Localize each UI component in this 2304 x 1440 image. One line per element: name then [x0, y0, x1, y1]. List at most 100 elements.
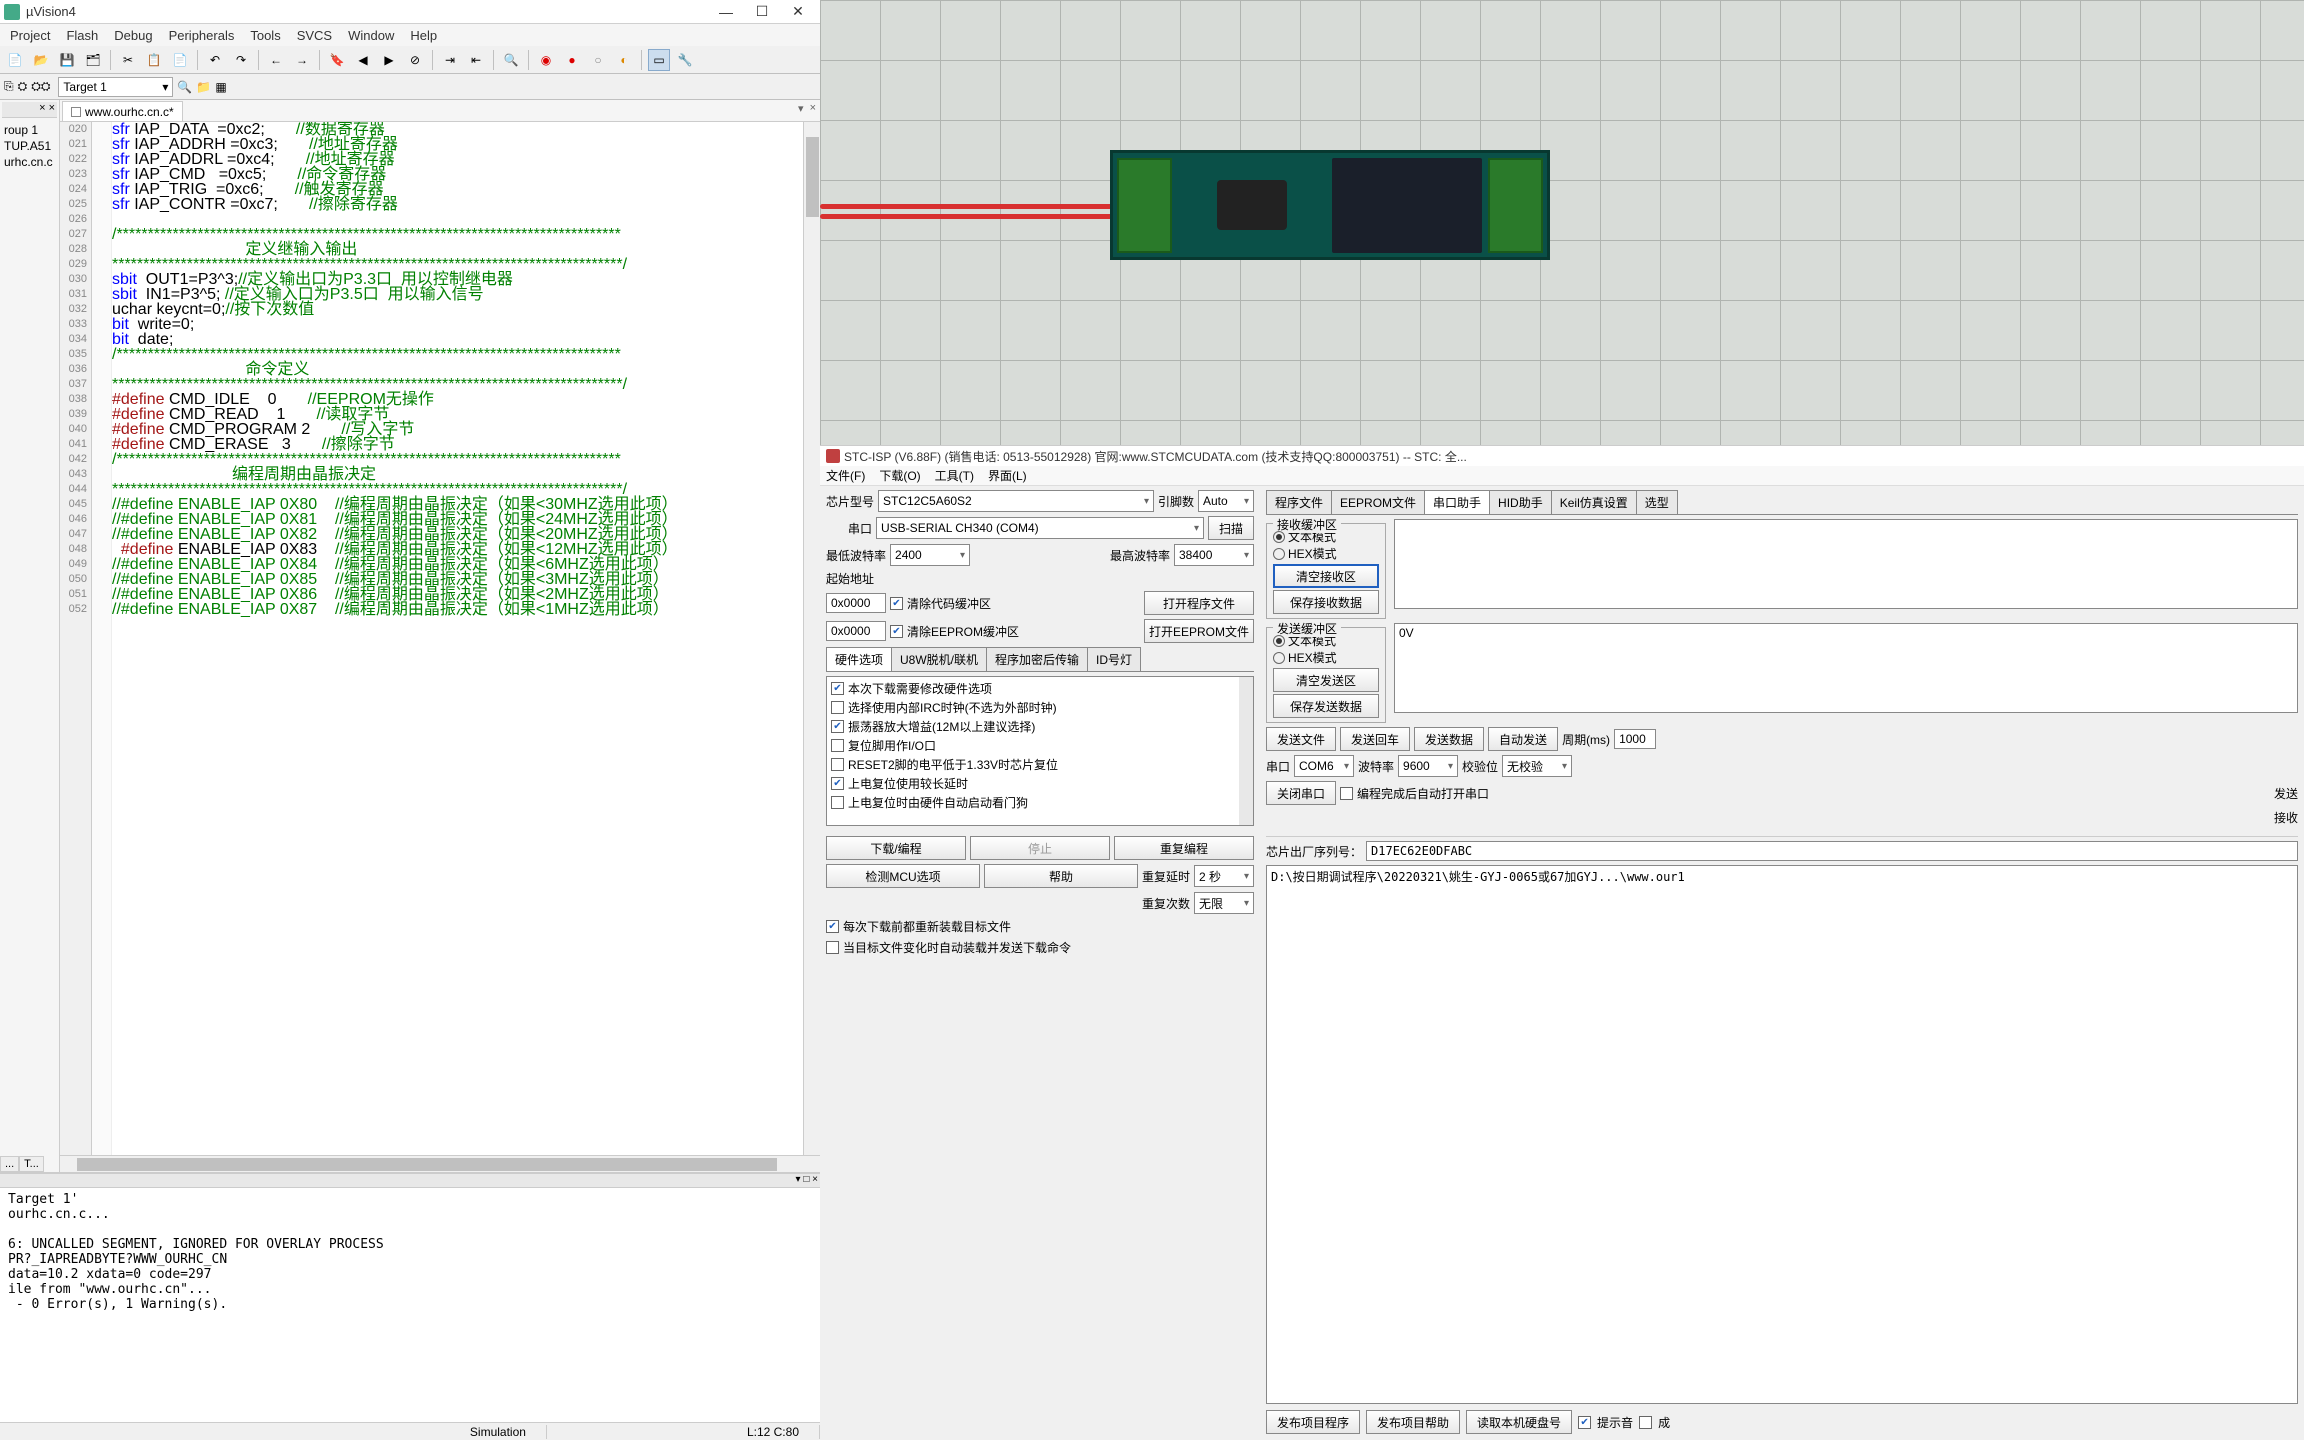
output-close-icon[interactable]: ▾ □ × — [796, 1174, 818, 1185]
code-content[interactable]: sfr IAP_DATA =0xc2; //数据寄存器sfr IAP_ADDRH… — [112, 122, 820, 1155]
save-rx-button[interactable]: 保存接收数据 — [1273, 590, 1379, 614]
close-com-button[interactable]: 关闭串口 — [1266, 781, 1336, 805]
tab-u8w[interactable]: U8W脱机/联机 — [891, 647, 987, 671]
minbaud-combo[interactable]: 2400 — [890, 544, 970, 566]
tab-select[interactable]: 选型 — [1636, 490, 1678, 514]
project-tab[interactable]: T... — [19, 1156, 44, 1172]
minimize-button[interactable]: — — [708, 2, 744, 22]
com-combo[interactable]: COM6 — [1294, 755, 1354, 777]
hw-option[interactable]: 选择使用内部IRC时钟(不选为外部时钟) — [829, 698, 1251, 717]
undo-icon[interactable]: ↶ — [204, 49, 226, 71]
menu-help[interactable]: Help — [402, 26, 445, 45]
breakpoint-disable-icon[interactable]: ○ — [587, 49, 609, 71]
save-all-icon[interactable]: 🗂 — [82, 49, 104, 71]
hw-option[interactable]: ✔振荡器放大增益(12M以上建议选择) — [829, 717, 1251, 736]
radio-hex-mode[interactable]: HEX模式 — [1273, 545, 1379, 562]
breakpoint-kill-icon[interactable]: ◐ — [613, 49, 635, 71]
open-eeprom-button[interactable]: 打开EEPROM文件 — [1144, 619, 1254, 643]
find-icon[interactable]: 🔍 — [500, 49, 522, 71]
new-file-icon[interactable]: 📄 — [4, 49, 26, 71]
bookmark-clear-icon[interactable]: ⊘ — [404, 49, 426, 71]
options-icon[interactable]: 🔍 — [177, 80, 192, 94]
detect-mcu-button[interactable]: 检测MCU选项 — [826, 864, 980, 888]
tab-hw[interactable]: 硬件选项 — [826, 647, 892, 671]
tab-id[interactable]: ID号灯 — [1087, 647, 1141, 671]
redelay-combo[interactable]: 2 秒 — [1194, 865, 1254, 887]
menu-debug[interactable]: Debug — [106, 26, 160, 45]
tab-eeprom-file[interactable]: EEPROM文件 — [1331, 490, 1425, 514]
tab-close-icon[interactable]: × — [808, 102, 818, 115]
period-field[interactable] — [1614, 729, 1656, 749]
code-editor[interactable]: 0200210220230240250260270280290300310320… — [60, 122, 820, 1155]
tab-hid[interactable]: HID助手 — [1489, 490, 1552, 514]
stc-menu-download[interactable]: 下载(O) — [879, 467, 920, 484]
stc-menu-file[interactable]: 文件(F) — [826, 467, 865, 484]
tab-prog-file[interactable]: 程序文件 — [1266, 490, 1332, 514]
auto-send-button[interactable]: 自动发送 — [1488, 727, 1558, 751]
bookmark-prev-icon[interactable]: ◀ — [352, 49, 374, 71]
eeprom-addr-field[interactable] — [826, 621, 886, 641]
publish-help-button[interactable]: 发布项目帮助 — [1366, 1410, 1460, 1434]
scan-button[interactable]: 扫描 — [1208, 516, 1254, 540]
bookmark-next-icon[interactable]: ▶ — [378, 49, 400, 71]
outdent-icon[interactable]: ⇤ — [465, 49, 487, 71]
project-item[interactable]: urhc.cn.c — [2, 154, 57, 170]
build-output[interactable]: Target 1' ourhc.cn.c... 6: UNCALLED SEGM… — [0, 1188, 820, 1316]
tab-encrypt[interactable]: 程序加密后传输 — [986, 647, 1088, 671]
editor-tab-active[interactable]: www.ourhc.cn.c* — [62, 101, 183, 121]
chip-combo[interactable]: STC12C5A60S2 — [878, 490, 1154, 512]
tx-textarea[interactable]: 0V — [1394, 623, 2298, 713]
tab-keil[interactable]: Keil仿真设置 — [1551, 490, 1637, 514]
serial-field[interactable] — [1366, 841, 2298, 861]
hw-option[interactable]: ✔本次下载需要修改硬件选项 — [829, 679, 1251, 698]
hw-option[interactable]: 复位脚用作I/O口 — [829, 736, 1251, 755]
rx-textarea[interactable] — [1394, 519, 2298, 609]
baud-combo[interactable]: 9600 — [1398, 755, 1458, 777]
project-item[interactable]: roup 1 — [2, 122, 57, 138]
reprogram-button[interactable]: 重复编程 — [1114, 836, 1254, 860]
tab-serial-assist[interactable]: 串口助手 — [1424, 490, 1490, 514]
stc-menu-tools[interactable]: 工具(T) — [935, 467, 974, 484]
nav-back-icon[interactable]: ← — [265, 49, 287, 71]
translate-icon[interactable]: ⎘ — [4, 79, 14, 94]
maximize-button[interactable]: ☐ — [744, 2, 780, 22]
send-data-button[interactable]: 发送数据 — [1414, 727, 1484, 751]
radio-hex-mode-tx[interactable]: HEX模式 — [1273, 649, 1379, 666]
open-code-button[interactable]: 打开程序文件 — [1144, 591, 1254, 615]
menu-tools[interactable]: Tools — [242, 26, 288, 45]
list-scrollbar[interactable] — [1239, 677, 1253, 825]
build-icon[interactable]: ⛭ — [18, 79, 28, 94]
hw-option[interactable]: 上电复位时由硬件自动启动看门狗 — [829, 793, 1251, 812]
download-button[interactable]: 下载/编程 — [826, 836, 966, 860]
menu-peripherals[interactable]: Peripherals — [161, 26, 243, 45]
menu-window[interactable]: Window — [340, 26, 402, 45]
menu-svcs[interactable]: SVCS — [289, 26, 340, 45]
redo-icon[interactable]: ↷ — [230, 49, 252, 71]
cut-icon[interactable]: ✂ — [117, 49, 139, 71]
breakpoint-icon[interactable]: ● — [561, 49, 583, 71]
path-display[interactable]: D:\按日期调试程序\20220321\姚生-GYJ-0065或67加GYJ..… — [1266, 865, 2298, 1404]
hint-checkbox[interactable]: ✔ — [1578, 1416, 1591, 1429]
indent-icon[interactable]: ⇥ — [439, 49, 461, 71]
breakpoint-margin[interactable] — [92, 122, 112, 1155]
configure-icon[interactable]: 🔧 — [674, 49, 696, 71]
code-addr-field[interactable] — [826, 593, 886, 613]
publish-prog-button[interactable]: 发布项目程序 — [1266, 1410, 1360, 1434]
project-tab[interactable]: ... — [0, 1156, 19, 1172]
hw-option[interactable]: RESET2脚的电平低于1.33V时芯片复位 — [829, 755, 1251, 774]
menu-flash[interactable]: Flash — [58, 26, 106, 45]
project-item[interactable]: TUP.A51 — [2, 138, 57, 154]
clear-tx-button[interactable]: 清空发送区 — [1273, 668, 1379, 692]
copy-icon[interactable]: 📋 — [143, 49, 165, 71]
autodl-checkbox[interactable] — [826, 941, 839, 954]
window-icon[interactable]: ▭ — [648, 49, 670, 71]
clear-code-checkbox[interactable]: ✔ — [890, 597, 903, 610]
save-icon[interactable]: 💾 — [56, 49, 78, 71]
panel-close-icon[interactable]: × × — [39, 102, 55, 114]
clear-rx-button[interactable]: 清空接收区 — [1273, 564, 1379, 588]
paste-icon[interactable]: 📄 — [169, 49, 191, 71]
help-button[interactable]: 帮助 — [984, 864, 1138, 888]
maxbaud-combo[interactable]: 38400 — [1174, 544, 1254, 566]
parity-combo[interactable]: 无校验 — [1502, 755, 1572, 777]
stop-button[interactable]: 停止 — [970, 836, 1110, 860]
